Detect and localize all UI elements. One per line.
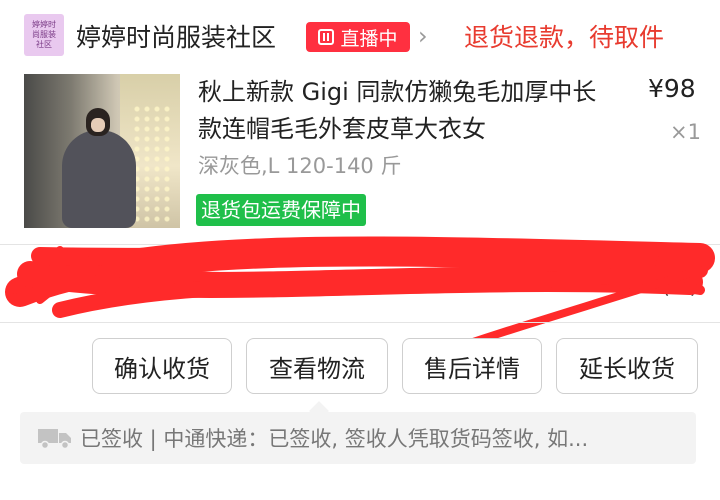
- product-sku: 深灰色,L 120-140 斤: [198, 154, 402, 178]
- shop-logo-line-3: 社区: [36, 40, 52, 49]
- truck-icon: [38, 429, 71, 449]
- order-status: 退货退款，待取件: [464, 23, 665, 52]
- live-tv-icon: [318, 29, 335, 45]
- product-quantity: ×1: [670, 120, 701, 144]
- product-title[interactable]: 秋上新款 Gigi 同款仿獭兔毛加厚中长款连帽毛毛外套皮草大衣女: [198, 74, 618, 148]
- shop-logo[interactable]: 婷婷时 尚服装 社区: [24, 14, 64, 56]
- product-price: ¥98: [648, 74, 696, 103]
- return-shipping-badge: 退货包运费保障中: [196, 194, 366, 226]
- shop-logo-line-2: 尚服装: [32, 30, 56, 39]
- divider-bottom: [0, 322, 720, 323]
- logistics-summary[interactable]: 已签收 | 中通快递：已签收, 签收人凭取货码签收, 如...: [80, 423, 588, 453]
- view-logistics-button[interactable]: 查看物流: [246, 338, 388, 394]
- live-badge[interactable]: 直播中: [306, 22, 410, 52]
- extend-receipt-button[interactable]: 延长收货: [556, 338, 698, 394]
- after-sale-details-button[interactable]: 售后详情: [402, 338, 542, 394]
- shop-name[interactable]: 婷婷时尚服装社区: [76, 18, 276, 54]
- shop-logo-line-1: 婷婷时: [32, 20, 56, 29]
- chevron-right-icon[interactable]: ›: [418, 22, 428, 50]
- confirm-receipt-button[interactable]: 确认收货: [92, 338, 232, 394]
- live-label: 直播中: [340, 27, 398, 50]
- product-thumbnail[interactable]: [24, 74, 180, 228]
- redaction-scribble: [5, 236, 715, 340]
